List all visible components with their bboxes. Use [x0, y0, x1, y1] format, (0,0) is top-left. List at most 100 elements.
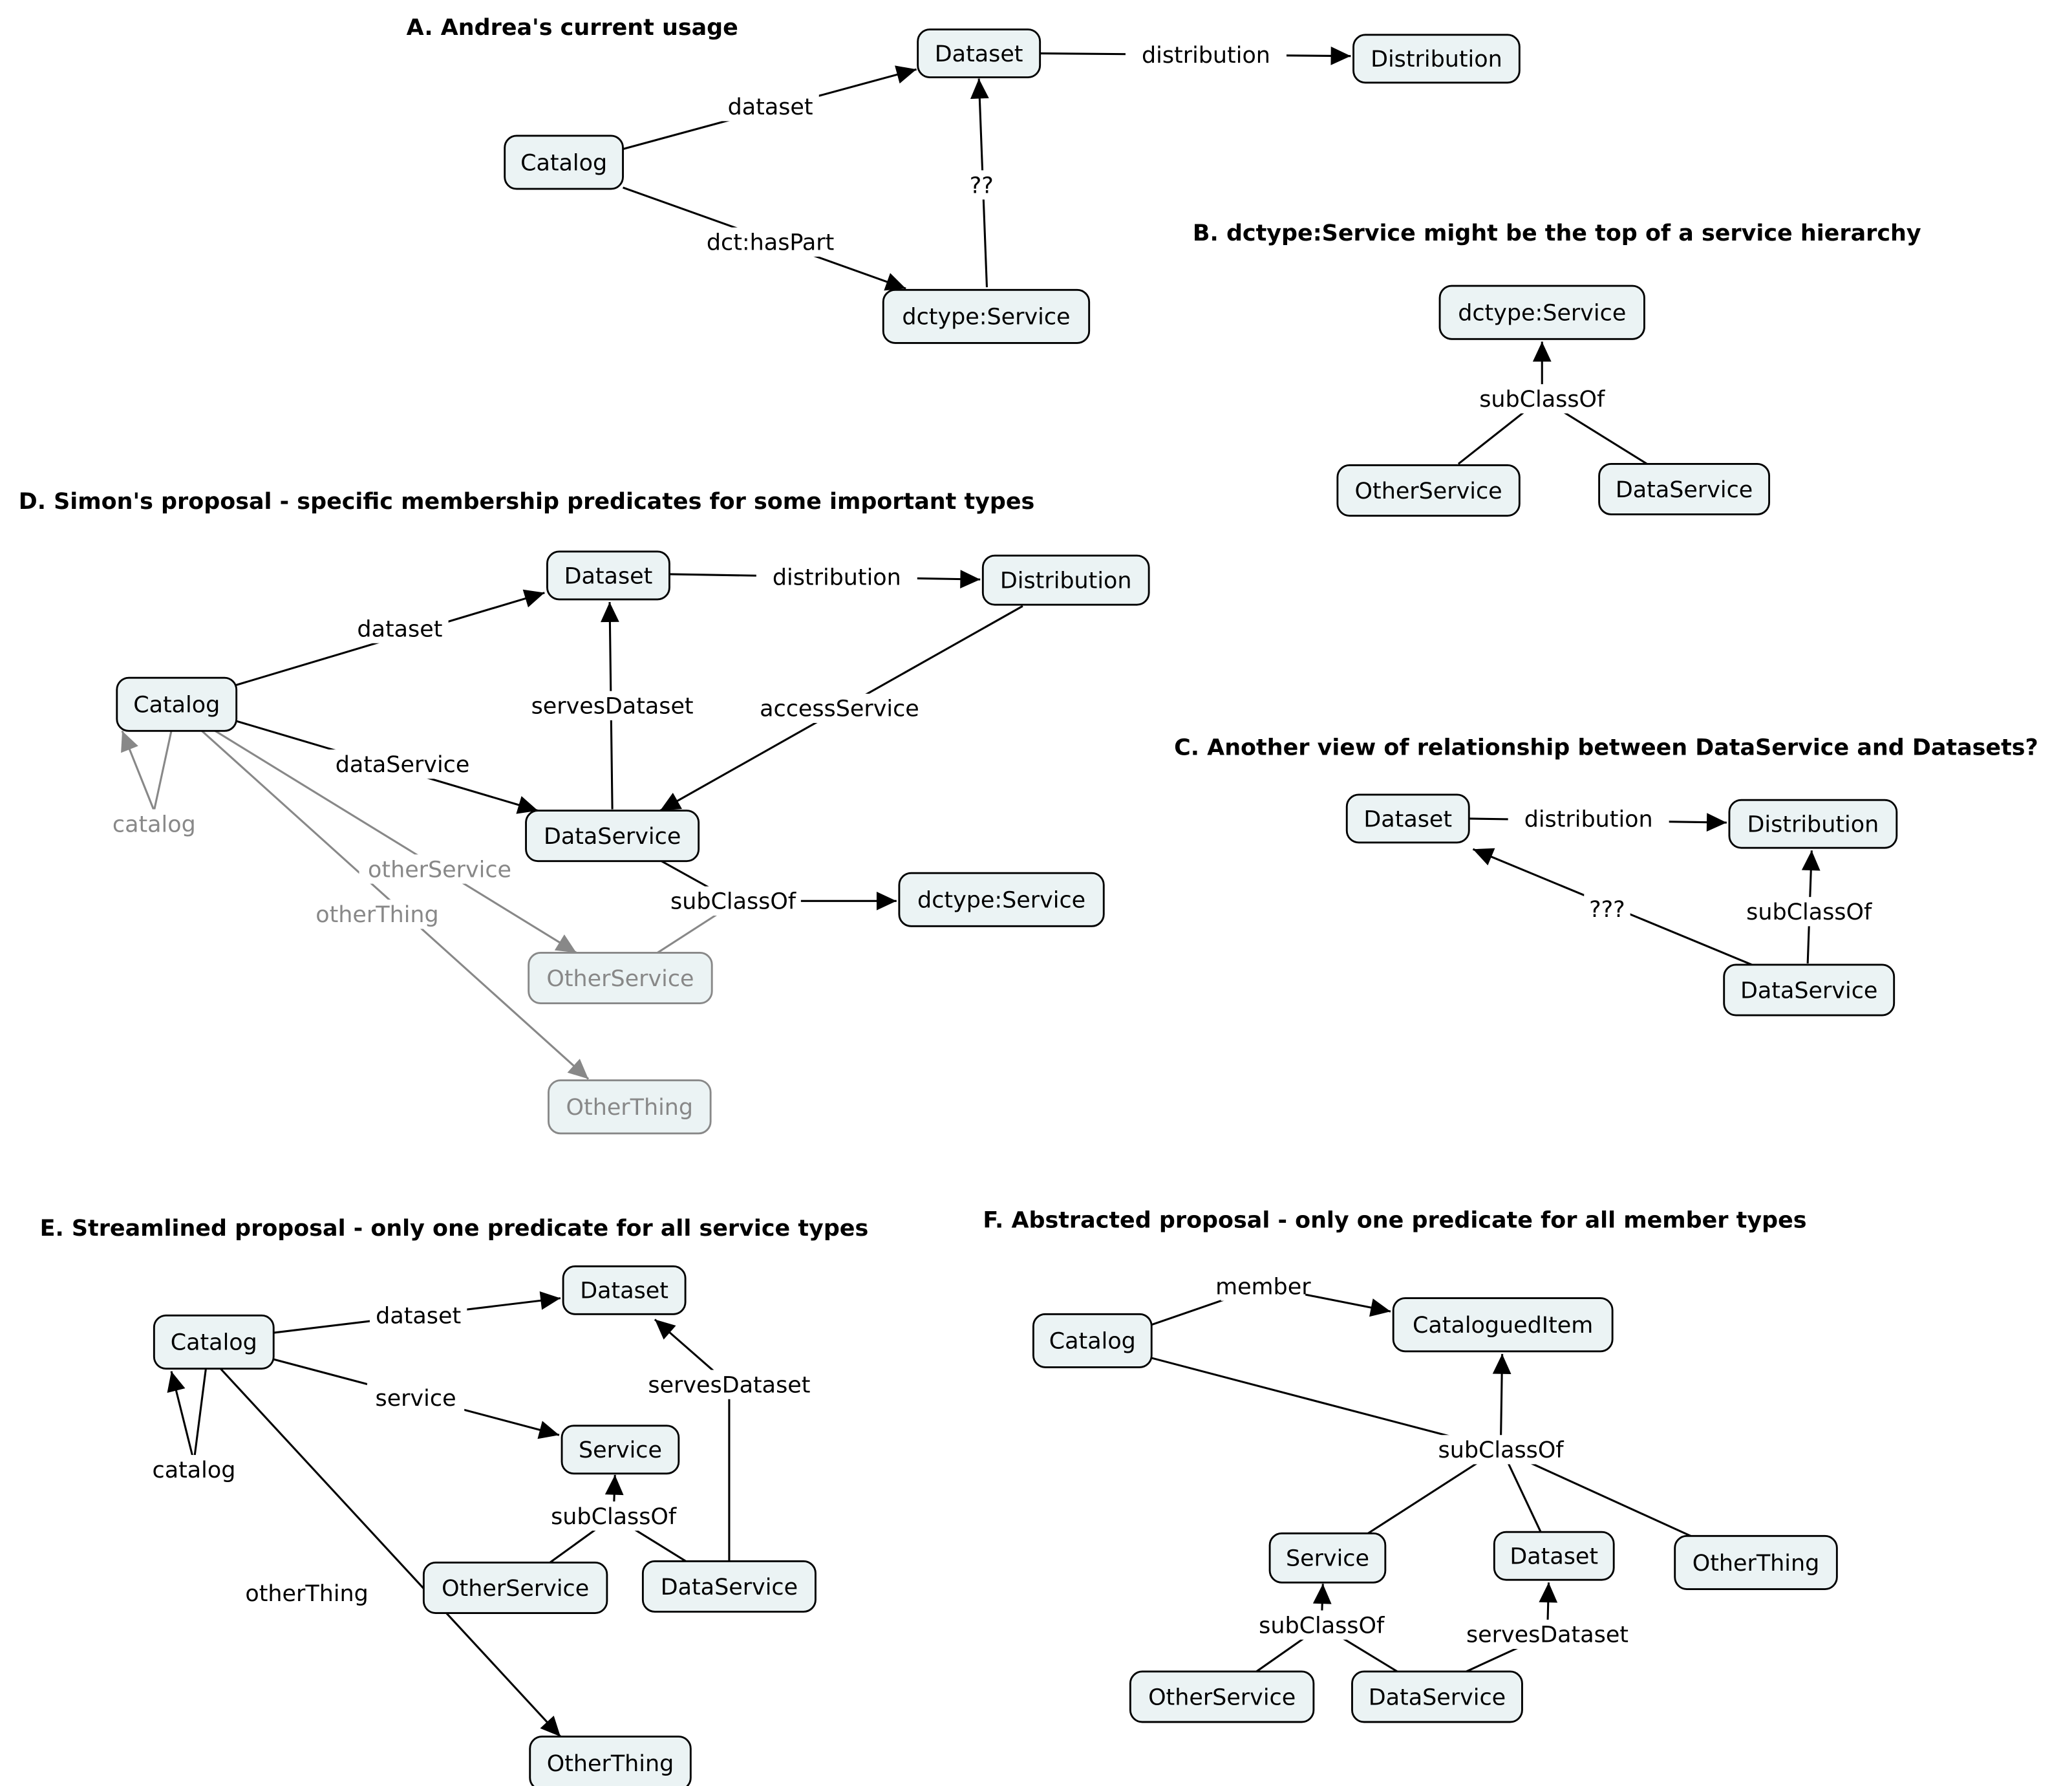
node-label: Dataset [1363, 806, 1452, 832]
edge-line [1457, 408, 1528, 465]
edge-label-b-subclass[interactable]: subClassOf [1479, 387, 1605, 413]
node-f-dataset[interactable]: Dataset [1493, 1531, 1615, 1581]
edge-label-a-distribution[interactable]: distribution [1142, 43, 1270, 69]
node-label: Dataset [1510, 1544, 1598, 1570]
edge-line [1506, 1461, 1542, 1533]
node-label: Distribution [1747, 812, 1879, 837]
edge-label-d-dataservice[interactable]: dataService [336, 752, 470, 778]
node-label: Dataset [580, 1278, 668, 1304]
arrowhead-icon [539, 1291, 561, 1310]
edge-label-d-distribution[interactable]: distribution [773, 565, 901, 590]
edge-label-a-dataset[interactable]: dataset [728, 94, 813, 120]
node-label: dctype:Service [917, 888, 1085, 914]
edge-label-d-otherthing[interactable]: otherThing [315, 902, 438, 928]
node-f-otherthing[interactable]: OtherThing [1674, 1534, 1838, 1590]
node-label: Service [1286, 1546, 1369, 1572]
node-d-dataservice[interactable]: DataService [525, 810, 700, 863]
arrowhead-icon [601, 602, 619, 623]
node-e-dataservice[interactable]: DataService [641, 1560, 817, 1613]
node-d-dctype[interactable]: dctype:Service [898, 872, 1105, 927]
edge-label-e-catalog[interactable]: catalog [153, 1458, 236, 1483]
edge-label-c-subclass[interactable]: subClassOf [1746, 899, 1872, 925]
edge-label-e-serves[interactable]: servesDataset [648, 1372, 810, 1398]
arrowhead-icon [895, 65, 917, 84]
arrowhead-icon [884, 273, 906, 291]
node-f-otherservice[interactable]: OtherService [1129, 1670, 1315, 1723]
arrowhead-icon [1532, 341, 1552, 362]
edge-label-f-subclass2[interactable]: subClassOf [1259, 1613, 1385, 1639]
edge-label-c-distribution[interactable]: distribution [1524, 806, 1653, 832]
node-e-dataset[interactable]: Dataset [562, 1265, 687, 1315]
node-a-catalog[interactable]: Catalog [504, 134, 624, 190]
arrowhead-icon [970, 78, 989, 99]
edge-label-f-subclass[interactable]: subClassOf [1438, 1437, 1565, 1463]
edge-label-a-haspart[interactable]: dct:hasPart [707, 230, 834, 256]
node-e-otherservice[interactable]: OtherService [422, 1562, 608, 1614]
edge-line-e-catalog [193, 1368, 207, 1462]
node-label: DataService [1369, 1684, 1506, 1710]
node-f-dataservice[interactable]: DataService [1351, 1670, 1523, 1723]
arrowhead-icon [660, 792, 682, 811]
node-d-otherthing[interactable]: OtherThing [548, 1079, 712, 1135]
arrowhead-icon [167, 1371, 186, 1393]
arrowhead-icon [1801, 850, 1821, 871]
node-label: Catalog [1049, 1329, 1136, 1355]
edge-line [1367, 1458, 1484, 1534]
edge-label-e-otherthing[interactable]: otherThing [245, 1581, 368, 1607]
edge-line [1255, 1633, 1310, 1673]
edge-label-e-service[interactable]: service [376, 1386, 456, 1412]
arrowhead-icon [554, 934, 577, 953]
node-d-otherservice[interactable]: OtherService [528, 952, 713, 1004]
node-c-distribution[interactable]: Distribution [1728, 799, 1898, 849]
node-c-dataservice[interactable]: DataService [1723, 963, 1896, 1017]
edge-label-d-serves[interactable]: servesDataset [531, 694, 694, 720]
edge-label-d-access[interactable]: accessService [760, 696, 919, 722]
node-f-service[interactable]: Service [1268, 1532, 1387, 1584]
node-b-data[interactable]: DataService [1598, 462, 1771, 515]
node-label: Catalog [520, 150, 607, 176]
node-f-catalog[interactable]: Catalog [1032, 1313, 1153, 1368]
node-label: dctype:Service [902, 305, 1070, 330]
node-label: DataService [544, 824, 681, 850]
edge-label-d-otherservice[interactable]: otherService [368, 857, 511, 883]
edge-line [549, 1527, 599, 1564]
node-label: Distribution [1371, 47, 1502, 72]
node-c-dataset[interactable]: Dataset [1345, 793, 1470, 844]
node-d-dataset[interactable]: Dataset [546, 550, 670, 601]
edge-line [657, 913, 718, 954]
edge-line [632, 1527, 689, 1564]
node-b-service[interactable]: dctype:Service [1438, 285, 1645, 340]
node-label: Service [579, 1437, 662, 1463]
node-e-catalog[interactable]: Catalog [153, 1314, 275, 1370]
node-d-catalog[interactable]: Catalog [116, 676, 238, 732]
edge-label-e-dataset[interactable]: dataset [376, 1304, 461, 1329]
edge-label-a-q[interactable]: ?? [970, 173, 994, 199]
edge-line-e-otherthing [219, 1368, 562, 1738]
edge-label-f-member[interactable]: member [1215, 1274, 1311, 1300]
node-label: Dataset [935, 41, 1023, 67]
arrowhead-icon [1706, 813, 1727, 832]
edge-line-d-catalog [153, 731, 173, 811]
node-e-otherthing[interactable]: OtherThing [529, 1736, 692, 1786]
node-label: Distribution [1000, 568, 1132, 594]
node-label: Catalog [133, 693, 220, 718]
node-a-distribution[interactable]: Distribution [1352, 34, 1521, 84]
edge-label-e-subclass[interactable]: subClassOf [551, 1504, 677, 1530]
node-label: CataloguedItem [1413, 1313, 1593, 1339]
node-label: OtherService [442, 1576, 589, 1602]
edge-label-d-subclass[interactable]: subClassOf [670, 889, 796, 915]
node-d-distribution[interactable]: Distribution [981, 554, 1150, 606]
section-title-a: A. Andrea's current usage [407, 15, 738, 41]
node-b-other[interactable]: OtherService [1336, 464, 1521, 517]
edge-label-d-catalog[interactable]: catalog [112, 812, 196, 837]
node-f-item[interactable]: CataloguedItem [1392, 1297, 1614, 1353]
node-label: OtherService [1148, 1684, 1296, 1710]
edge-label-f-serves[interactable]: servesDataset [1466, 1622, 1629, 1648]
node-e-service[interactable]: Service [561, 1425, 680, 1475]
edge-label-c-q[interactable]: ??? [1589, 897, 1625, 923]
arrowhead-icon [537, 1421, 559, 1439]
node-a-service[interactable]: dctype:Service [882, 288, 1091, 344]
arrowhead-icon [1369, 1298, 1391, 1317]
edge-label-d-dataset[interactable]: dataset [357, 616, 442, 642]
node-a-dataset[interactable]: Dataset [917, 28, 1041, 78]
